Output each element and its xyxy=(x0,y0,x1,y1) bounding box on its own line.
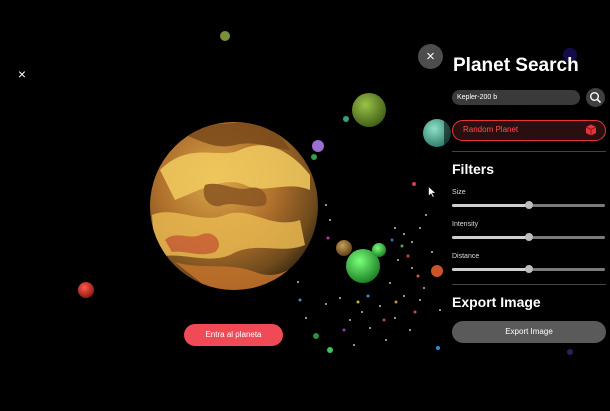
panel-title: Planet Search xyxy=(453,55,579,76)
search-input[interactable] xyxy=(452,90,580,105)
planet-green-small[interactable] xyxy=(372,243,386,257)
close-view-icon[interactable]: × xyxy=(14,66,30,82)
planet-olive[interactable] xyxy=(352,93,386,127)
enter-planet-button[interactable]: Entra al planeta xyxy=(184,324,283,346)
random-planet-label: Random Planet xyxy=(463,125,519,134)
random-planet-button[interactable]: Random Planet xyxy=(452,120,606,141)
planet-red[interactable] xyxy=(78,282,94,298)
size-slider[interactable] xyxy=(452,201,605,209)
selected-planet[interactable] xyxy=(150,120,318,292)
intensity-label: Intensity xyxy=(452,221,479,228)
export-heading: Export Image xyxy=(452,294,541,310)
divider xyxy=(452,151,606,152)
search-icon xyxy=(589,91,601,103)
planet-brown[interactable] xyxy=(336,240,352,256)
planet-olive-far[interactable] xyxy=(220,31,230,41)
dice-icon xyxy=(585,124,597,136)
size-slider-thumb[interactable] xyxy=(524,201,533,209)
export-image-button[interactable]: Export Image xyxy=(452,321,606,343)
planet-purple[interactable] xyxy=(312,140,324,152)
planet-orange[interactable] xyxy=(431,265,443,277)
distance-slider-thumb[interactable] xyxy=(524,265,533,273)
distance-label: Distance xyxy=(452,253,480,260)
divider xyxy=(452,284,606,285)
distance-slider[interactable] xyxy=(452,265,605,273)
close-panel-button[interactable]: × xyxy=(418,44,443,69)
size-label: Size xyxy=(452,189,466,196)
mouse-cursor-icon xyxy=(428,186,437,198)
search-button[interactable] xyxy=(586,88,605,107)
filters-heading: Filters xyxy=(452,161,495,177)
intensity-slider-thumb[interactable] xyxy=(524,233,533,241)
intensity-slider[interactable] xyxy=(452,233,605,241)
